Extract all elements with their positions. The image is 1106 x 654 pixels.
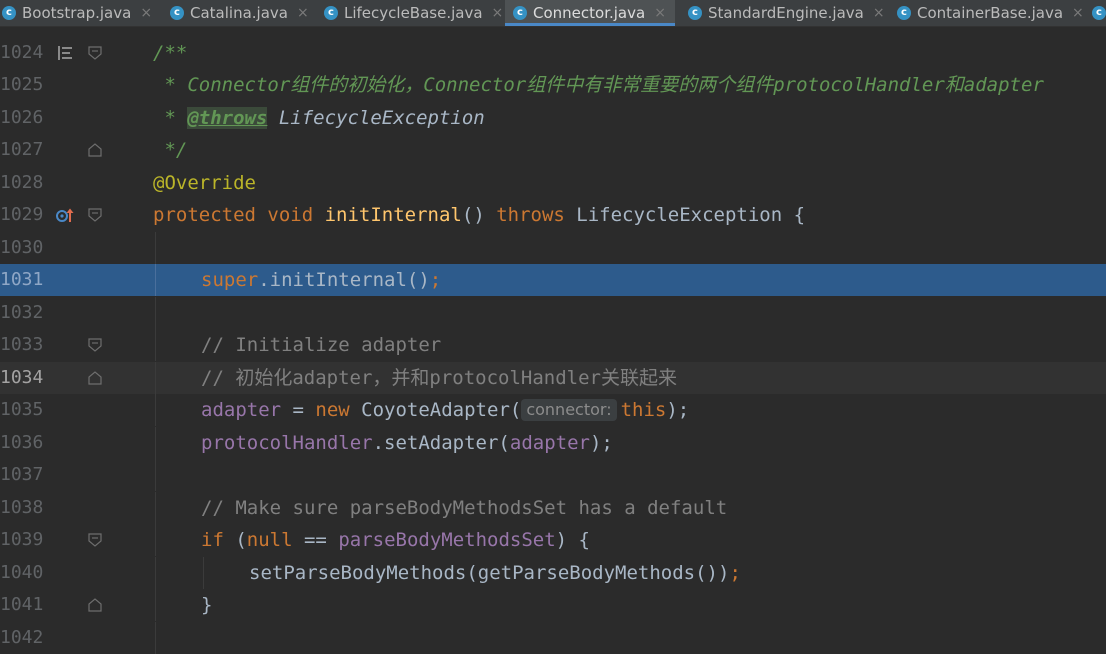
code-line: 1038 // Make sure parseBodyMethodsSet ha… — [0, 492, 1106, 524]
fold-collapse-icon[interactable] — [88, 46, 102, 60]
editor-tab-bar: c Bootstrap.java × c Catalina.java × c L… — [0, 0, 1106, 27]
line-number: 1041 — [0, 594, 44, 615]
indent-guide — [155, 297, 156, 329]
indent-guide — [155, 622, 156, 654]
tab-label: Connector.java — [533, 4, 646, 22]
code-text: super.initInternal(); — [201, 269, 442, 291]
line-number: 1034 — [0, 367, 44, 388]
close-icon[interactable]: × — [492, 5, 504, 21]
tab-bootstrap-java[interactable]: c Bootstrap.java × — [2, 0, 162, 26]
fold-end-icon[interactable] — [88, 371, 102, 385]
parameter-hint: connector: — [521, 399, 617, 421]
code-line: 1024 /** — [0, 37, 1106, 69]
code-line-highlighted: 1031 super.initInternal(); — [0, 264, 1106, 296]
code-line: 1026 * @throws LifecycleException — [0, 102, 1106, 134]
close-icon[interactable]: × — [654, 5, 666, 21]
javadoc-throws-tag: @throws — [187, 107, 268, 129]
code-line: 1036 protocolHandler.setAdapter(adapter)… — [0, 427, 1106, 459]
code-text: protected void initInternal() throws Lif… — [153, 204, 806, 226]
line-number: 1026 — [0, 107, 44, 128]
line-number: 1031 — [0, 269, 44, 290]
indent-guide — [155, 459, 156, 491]
code-text: * @throws LifecycleException — [153, 107, 485, 129]
line-number: 1040 — [0, 562, 44, 583]
tab-standardengine-java[interactable]: c StandardEngine.java × — [688, 0, 885, 26]
line-number: 1030 — [0, 237, 44, 258]
code-line: 1032 — [0, 297, 1106, 329]
code-text: // Make sure parseBodyMethodsSet has a d… — [201, 497, 728, 519]
code-editor[interactable]: 1024 /** 1025 * Connector组件的初始化，Connecto… — [0, 27, 1106, 654]
tab-label: LifecycleBase.java — [344, 4, 483, 22]
code-line: 1030 — [0, 232, 1106, 264]
class-icon: c — [688, 6, 702, 20]
overrides-method-icon[interactable] — [56, 207, 74, 223]
code-line: 1025 * Connector组件的初始化，Connector组件中有非常重要… — [0, 69, 1106, 101]
line-number: 1038 — [0, 497, 44, 518]
code-line: 1040 setParseBodyMethods(getParseBodyMet… — [0, 557, 1106, 589]
code-text: */ — [153, 139, 188, 161]
code-line: 1041 } — [0, 589, 1106, 621]
code-line: 1029 protected void initInternal() throw… — [0, 199, 1106, 231]
fold-end-icon[interactable] — [88, 143, 102, 157]
code-text: protocolHandler.setAdapter(adapter); — [201, 432, 613, 454]
code-text: @Override — [153, 172, 256, 194]
code-text: * Connector组件的初始化，Connector组件中有非常重要的两个组件… — [153, 74, 1044, 96]
tab-overflow[interactable]: c — [1092, 0, 1106, 26]
class-icon: c — [2, 6, 16, 20]
line-number: 1025 — [0, 74, 44, 95]
fold-collapse-icon[interactable] — [88, 338, 102, 352]
close-icon[interactable]: × — [140, 5, 152, 21]
close-icon[interactable]: × — [873, 5, 885, 21]
tab-label: StandardEngine.java — [708, 4, 864, 22]
code-line: 1033 // Initialize adapter — [0, 329, 1106, 361]
line-number: 1032 — [0, 302, 44, 323]
line-number: 1033 — [0, 334, 44, 355]
class-icon: c — [1092, 6, 1106, 20]
tab-label: Bootstrap.java — [22, 4, 132, 22]
code-text: /** — [153, 42, 188, 64]
code-line: 1039 if (null == parseBodyMethodsSet) { — [0, 524, 1106, 556]
tab-label: ContainerBase.java — [917, 4, 1064, 22]
code-text: // 初始化adapter，并和protocolHandler关联起来 — [201, 367, 677, 389]
code-line: 1028 @Override — [0, 167, 1106, 199]
code-line: 1037 — [0, 459, 1106, 491]
line-number: 1037 — [0, 464, 44, 485]
code-text: adapter = new CoyoteAdapter(connector: th… — [201, 399, 690, 421]
line-number: 1036 — [0, 432, 44, 453]
tab-label: Catalina.java — [190, 4, 288, 22]
fold-end-icon[interactable] — [88, 598, 102, 612]
close-icon[interactable]: × — [1072, 5, 1084, 21]
class-icon: c — [170, 6, 184, 20]
class-icon: c — [324, 6, 338, 20]
class-icon: c — [513, 6, 527, 20]
active-tab-indicator — [505, 23, 675, 26]
tab-connector-java[interactable]: c Connector.java × — [505, 0, 675, 26]
tab-catalina-java[interactable]: c Catalina.java × — [170, 0, 315, 26]
code-text: if (null == parseBodyMethodsSet) { — [201, 529, 590, 551]
code-text: } — [201, 594, 213, 616]
javadoc-render-icon[interactable] — [56, 45, 74, 61]
code-line: 1042 — [0, 622, 1106, 654]
code-text: setParseBodyMethods(getParseBodyMethods(… — [249, 562, 741, 584]
tab-containerbase-java[interactable]: c ContainerBase.java × — [897, 0, 1087, 26]
fold-collapse-icon[interactable] — [88, 533, 102, 547]
line-number: 1035 — [0, 399, 44, 420]
code-text: // Initialize adapter — [201, 334, 442, 356]
code-line-current: 1034 // 初始化adapter，并和protocolHandler关联起来 — [0, 362, 1106, 394]
line-number: 1029 — [0, 204, 44, 225]
line-number: 1039 — [0, 529, 44, 550]
code-line: 1035 adapter = new CoyoteAdapter(connect… — [0, 394, 1106, 426]
tab-lifecyclebase-java[interactable]: c LifecycleBase.java × — [324, 0, 504, 26]
line-number: 1042 — [0, 627, 44, 648]
close-icon[interactable]: × — [297, 5, 309, 21]
class-icon: c — [897, 6, 911, 20]
code-line: 1027 */ — [0, 134, 1106, 166]
line-number: 1027 — [0, 139, 44, 160]
line-number: 1024 — [0, 42, 44, 63]
fold-collapse-icon[interactable] — [88, 208, 102, 222]
indent-guide — [155, 232, 156, 264]
line-number: 1028 — [0, 172, 44, 193]
